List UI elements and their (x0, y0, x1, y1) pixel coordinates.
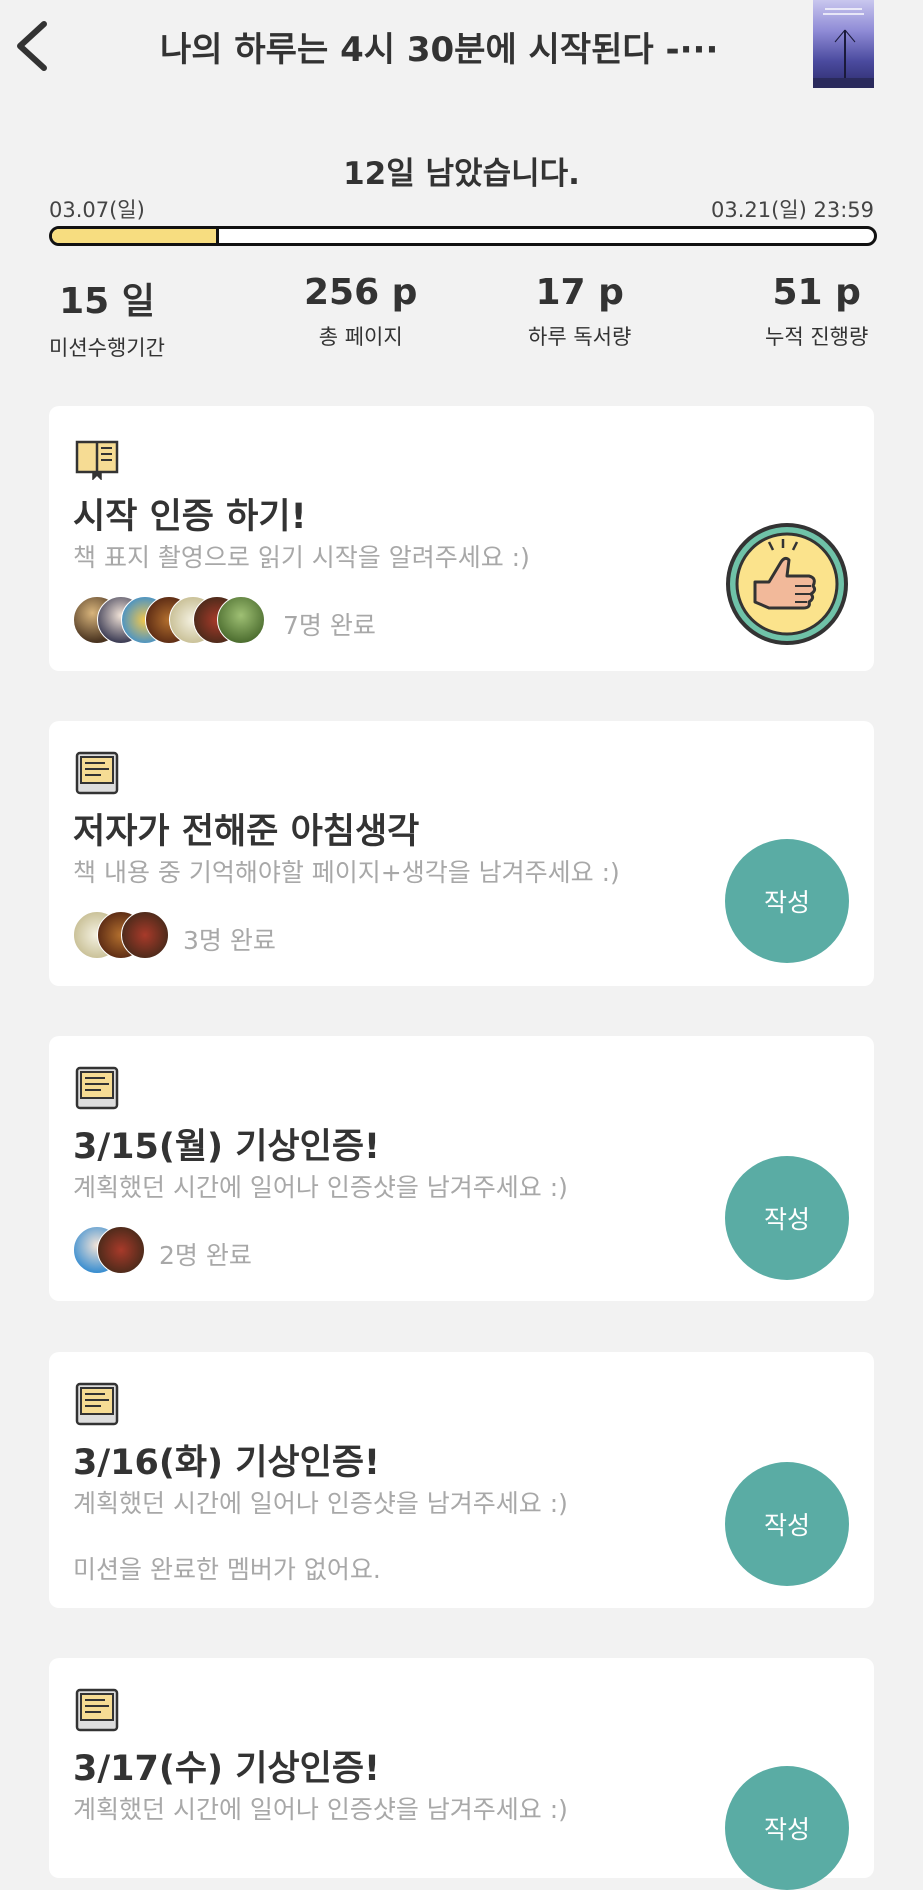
stat-value: 15 일 (59, 281, 155, 322)
mission-title: 3/15(월) 기상인증! (73, 1127, 380, 1167)
stat-cumulative-progress: 51 p 누적 진행량 (765, 272, 868, 351)
document-icon (75, 1382, 119, 1426)
reading-stats: 15 일 미션수행기간 256 p 총 페이지 17 p 하루 독서량 51 p… (0, 272, 923, 362)
completed-count: 7명 완료 (283, 611, 376, 640)
mission-card[interactable]: 3/16(화) 기상인증! 계획했던 시간에 일어나 인증샷을 남겨주세요 :)… (49, 1352, 874, 1608)
start-date: 03.07(일) (49, 198, 145, 222)
no-members-message: 미션을 완료한 멤버가 없어요. (73, 1555, 381, 1584)
stat-value: 51 p (772, 272, 861, 313)
end-date: 03.21(일) 23:59 (710, 198, 874, 222)
avatar (97, 1226, 145, 1274)
completed-count: 3명 완료 (183, 926, 276, 955)
stat-daily-reading: 17 p 하루 독서량 (528, 272, 631, 351)
book-cover-thumbnail[interactable] (813, 0, 874, 88)
write-button[interactable]: 작성 (725, 1156, 849, 1280)
document-icon (75, 751, 119, 795)
mission-description: 계획했던 시간에 일어나 인증샷을 남겨주세요 :) (73, 1173, 568, 1202)
stat-label: 누적 진행량 (765, 325, 869, 349)
write-button[interactable]: 작성 (725, 839, 849, 963)
thumbs-up-badge-icon (726, 523, 848, 645)
document-icon (75, 1688, 119, 1732)
stat-value: 17 p (535, 272, 624, 313)
mission-card[interactable]: 시작 인증 하기! 책 표지 촬영으로 읽기 시작을 알려주세요 :) 7명 완… (49, 406, 874, 671)
member-avatars[interactable] (73, 1226, 153, 1276)
mission-description: 계획했던 시간에 일어나 인증샷을 남겨주세요 :) (73, 1795, 568, 1824)
stat-label: 하루 독서량 (528, 325, 632, 349)
open-book-icon (75, 440, 119, 480)
write-button[interactable]: 작성 (725, 1766, 849, 1890)
mission-card[interactable]: 3/15(월) 기상인증! 계획했던 시간에 일어나 인증샷을 남겨주세요 :)… (49, 1036, 874, 1301)
back-button[interactable] (14, 16, 56, 76)
stat-mission-period: 15 일 미션수행기간 (49, 272, 165, 362)
page-title: 나의 하루는 4시 30분에 시작된다 -··· (160, 30, 719, 70)
mission-title: 시작 인증 하기! (73, 497, 307, 537)
mission-progress-bar (49, 226, 877, 246)
stat-value: 256 p (304, 272, 418, 313)
progress-fill (52, 229, 220, 243)
stat-label: 총 페이지 (318, 325, 403, 349)
stat-label: 미션수행기간 (49, 336, 165, 360)
avatar (217, 596, 265, 644)
mission-description: 책 내용 중 기억해야할 페이지+생각을 남겨주세요 :) (73, 858, 620, 887)
mission-card[interactable]: 저자가 전해준 아침생각 책 내용 중 기억해야할 페이지+생각을 남겨주세요 … (49, 721, 874, 986)
document-icon (75, 1066, 119, 1110)
completed-count: 2명 완료 (159, 1241, 252, 1270)
mission-description: 계획했던 시간에 일어나 인증샷을 남겨주세요 :) (73, 1489, 568, 1518)
member-avatars[interactable] (73, 911, 173, 961)
remaining-days-text: 12일 남았습니다. (343, 156, 580, 192)
mission-description: 책 표지 촬영으로 읽기 시작을 알려주세요 :) (73, 543, 530, 572)
mission-title: 3/16(화) 기상인증! (73, 1443, 380, 1483)
mission-title: 3/17(수) 기상인증! (73, 1749, 380, 1789)
write-button[interactable]: 작성 (725, 1462, 849, 1586)
book-cover-art (813, 8, 874, 88)
chevron-left-icon (17, 21, 47, 71)
mission-card[interactable]: 3/17(수) 기상인증! 계획했던 시간에 일어나 인증샷을 남겨주세요 :)… (49, 1658, 874, 1890)
app-header: 나의 하루는 4시 30분에 시작된다 -··· (0, 0, 923, 110)
member-avatars[interactable] (73, 596, 273, 646)
avatar (121, 911, 169, 959)
mission-title: 저자가 전해준 아침생각 (73, 812, 420, 852)
stat-total-pages: 256 p 총 페이지 (304, 272, 417, 351)
